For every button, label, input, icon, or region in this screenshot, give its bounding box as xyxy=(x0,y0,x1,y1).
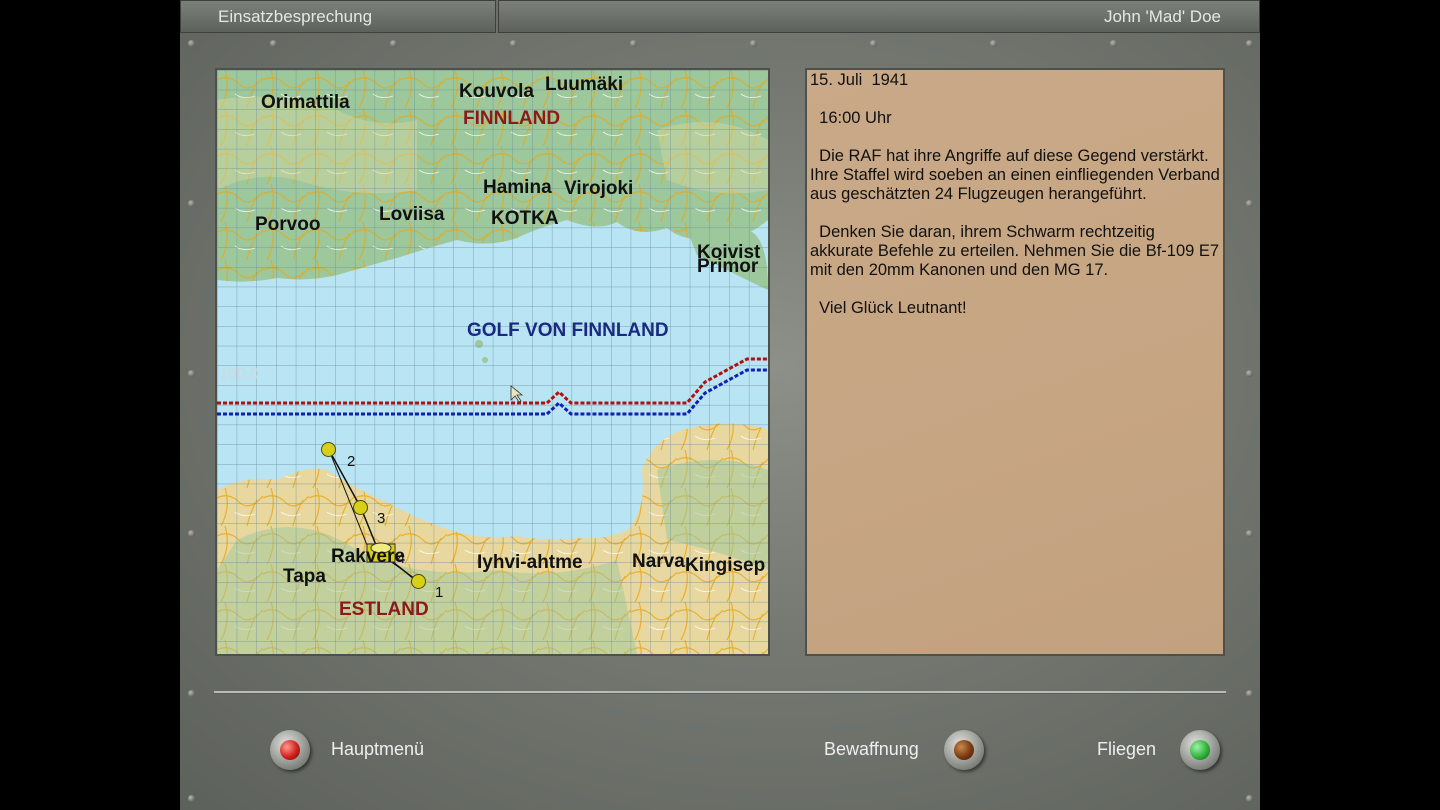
rivet-icon xyxy=(188,795,195,802)
waypoint-number: 3 xyxy=(377,510,386,527)
place-porvoo: Porvoo xyxy=(255,214,321,235)
place-rakvere: Rakvere xyxy=(331,546,405,567)
rivet-icon xyxy=(990,40,997,47)
fly-label[interactable]: Fliegen xyxy=(1097,739,1156,760)
place-tapa: Tapa xyxy=(283,566,326,587)
place-luumaki: Luumäki xyxy=(545,74,624,95)
fly-button[interactable] xyxy=(1180,730,1220,770)
waypoint-number: 4 xyxy=(397,550,406,567)
amber-led-icon xyxy=(954,740,974,760)
place-kouvola: Kouvola xyxy=(459,81,534,102)
divider xyxy=(214,691,1226,694)
country-finnland: FINNLAND xyxy=(463,108,561,129)
place-narva: Narva xyxy=(632,551,685,572)
briefing-paragraph: Viel Glück Leutnant! xyxy=(810,299,967,317)
pilot-name: John 'Mad' Doe xyxy=(498,0,1260,33)
waypoint-1[interactable] xyxy=(411,574,426,589)
waypoint-number: 1 xyxy=(435,584,444,601)
rivet-icon xyxy=(1246,200,1253,207)
briefing-paragraph: Denken Sie daran, ihrem Schwarm rechtzei… xyxy=(810,223,1224,279)
briefing-paragraph: Die RAF hat ihre Angriffe auf diese Gege… xyxy=(810,147,1225,203)
rivet-icon xyxy=(1246,370,1253,377)
country-estland: ESTLAND xyxy=(339,599,429,620)
rivet-icon xyxy=(188,200,195,207)
place-hamina: Hamina xyxy=(483,177,552,198)
rivet-icon xyxy=(750,40,757,47)
rivet-icon xyxy=(188,370,195,377)
waypoint-2[interactable] xyxy=(321,442,336,457)
rivet-icon xyxy=(1246,40,1253,47)
rivet-icon xyxy=(510,40,517,47)
place-kingisep: Kingisep xyxy=(685,555,766,576)
place-loviisa: Loviisa xyxy=(379,204,445,225)
armament-button[interactable] xyxy=(944,730,984,770)
place-orimattila: Orimattila xyxy=(261,92,350,113)
rivet-icon xyxy=(188,40,195,47)
main-menu-button[interactable] xyxy=(270,730,310,770)
rivet-icon xyxy=(188,530,195,537)
sea-label: GOLF VON FINNLAND xyxy=(467,320,669,341)
rivet-icon xyxy=(188,690,195,697)
briefing-screen: Einsatzbesprechung John 'Mad' Doe 100.0 … xyxy=(180,0,1260,810)
rivet-icon xyxy=(1246,795,1253,802)
briefing-text-panel: 15. Juli 1941 16:00 Uhr Die RAF hat ihre… xyxy=(805,68,1225,656)
place-iyhvi-ahtme: Iyhvi-ahtme xyxy=(477,552,583,573)
mission-map[interactable]: 100.0 Orimattila Kouvola Luumäki Porvoo … xyxy=(215,68,770,656)
place-kotka: KOTKA xyxy=(491,208,559,229)
rivet-icon xyxy=(390,40,397,47)
rivet-icon xyxy=(1246,690,1253,697)
armament-label[interactable]: Bewaffnung xyxy=(824,739,919,760)
place-virojoki: Virojoki xyxy=(564,178,634,199)
rivet-icon xyxy=(1110,40,1117,47)
main-menu-label[interactable]: Hauptmenü xyxy=(331,739,424,760)
screen-title: Einsatzbesprechung xyxy=(180,0,496,33)
waypoint-number: 2 xyxy=(347,453,356,470)
green-led-icon xyxy=(1190,740,1210,760)
rivet-icon xyxy=(1246,530,1253,537)
rivet-icon xyxy=(630,40,637,47)
red-led-icon xyxy=(280,740,300,760)
place-primor: Primor xyxy=(697,256,759,277)
briefing-date: 15. Juli 1941 xyxy=(810,71,909,89)
rivet-icon xyxy=(270,40,277,47)
briefing-time: 16:00 Uhr xyxy=(810,109,892,127)
rivet-icon xyxy=(870,40,877,47)
altitude-label: 100.0 xyxy=(219,366,260,383)
waypoint-3[interactable] xyxy=(353,500,368,515)
